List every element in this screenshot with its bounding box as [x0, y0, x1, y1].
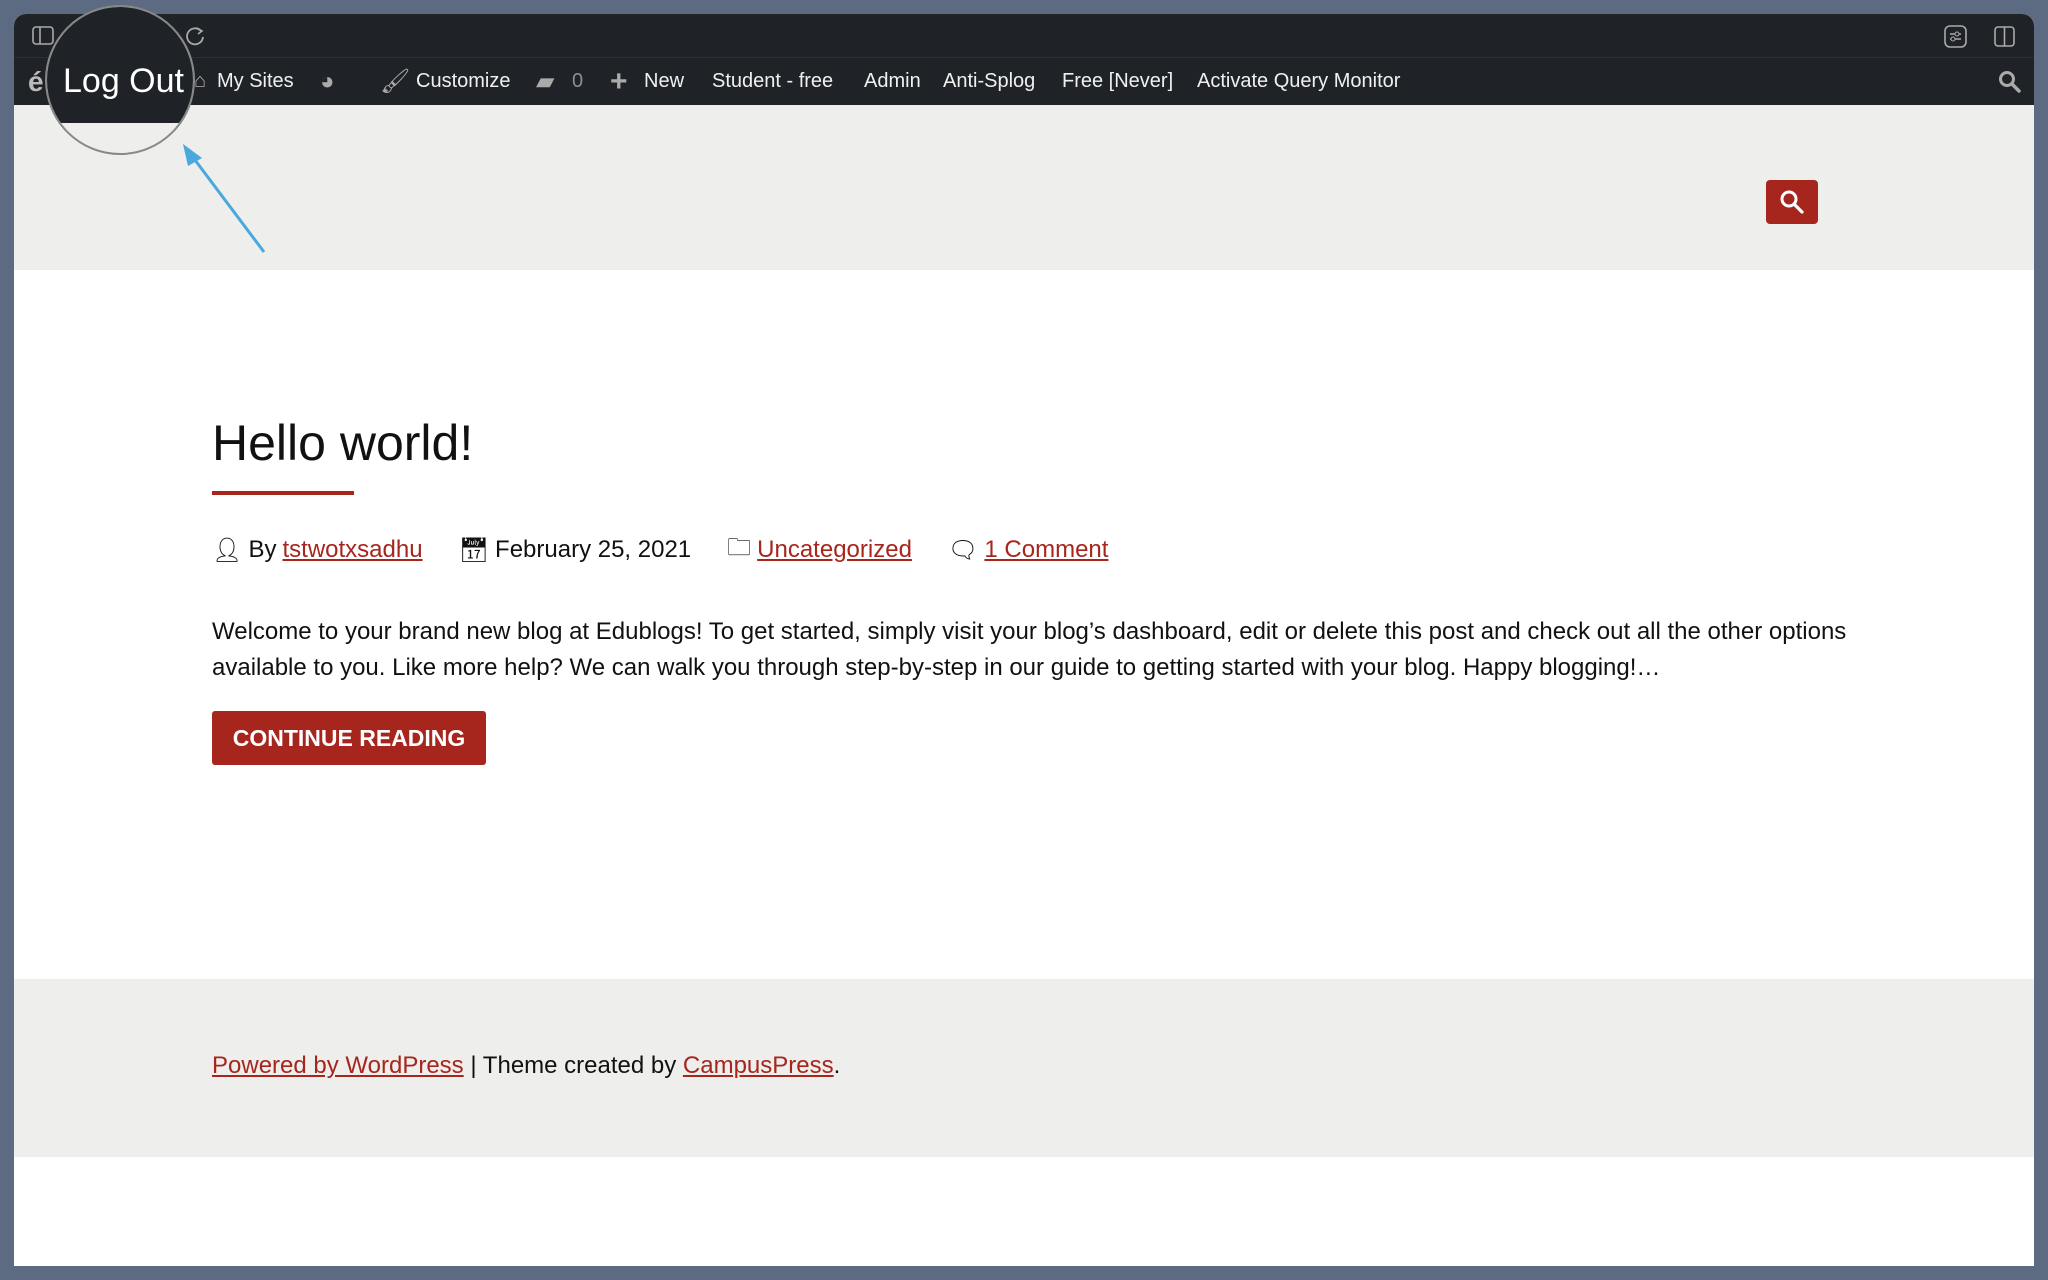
post-date: February 25, 2021 [495, 536, 692, 563]
post-title[interactable]: Hello world! [212, 414, 473, 472]
search-button[interactable] [1766, 180, 1818, 224]
post-meta: 👤︎ By tstwotxsadhu 📅︎ February 25, 2021 … [212, 534, 1108, 566]
customize-link[interactable]: Customize [416, 58, 510, 105]
anti-splog-link[interactable]: Anti-Splog [943, 58, 1035, 105]
split-view-icon[interactable] [1994, 26, 2016, 48]
comment-icon: ▰ [536, 68, 555, 95]
continue-reading-button[interactable]: CONTINUE READING [212, 711, 486, 765]
browser-toolbar [14, 14, 2034, 58]
by-label: By [248, 536, 277, 563]
category-link[interactable]: Uncategorized [757, 536, 912, 564]
footer-credits: Powered by WordPress | Theme created by … [212, 1052, 840, 1080]
admin-link[interactable]: Admin [864, 58, 921, 105]
admin-search-icon[interactable] [1998, 70, 2022, 94]
calendar-icon: 📅︎ [458, 536, 490, 564]
powered-by-wordpress-link[interactable]: Powered by WordPress [212, 1052, 464, 1079]
annotation-arrow-icon [183, 144, 266, 253]
site-header [14, 105, 2034, 270]
wp-admin-bar: é ⌂ My Sites ◕ 🖌 Customize ▰ 0 + New Stu… [14, 58, 2034, 105]
post-excerpt: Welcome to your brand new blog at Edublo… [212, 618, 1847, 681]
comment-bubble-icon: 🗨 [947, 536, 979, 564]
footer-period: . [833, 1052, 841, 1079]
comments-count[interactable]: 0 [572, 58, 583, 105]
student-free-link[interactable]: Student - free [712, 58, 833, 105]
site-footer: Powered by WordPress | Theme created by … [14, 979, 2034, 1157]
browser-window: é ⌂ My Sites ◕ 🖌 Customize ▰ 0 + New Stu… [14, 14, 2034, 1266]
brush-icon: 🖌 [380, 68, 411, 95]
activate-query-monitor-link[interactable]: Activate Query Monitor [1197, 58, 1400, 105]
folder-icon: 🗀 [727, 533, 752, 561]
new-link[interactable]: New [644, 58, 684, 105]
search-icon [1780, 190, 1804, 214]
plus-icon: + [610, 65, 628, 98]
dashboard-icon[interactable]: ◕ [320, 58, 335, 105]
footer-separator: | Theme created by [463, 1052, 683, 1079]
author-link[interactable]: tstwotxsadhu [282, 536, 422, 564]
settings-icon[interactable] [1944, 25, 1968, 49]
free-never-link[interactable]: Free [Never] [1062, 58, 1173, 105]
comments-link[interactable]: 1 Comment [984, 536, 1108, 564]
campuspress-link[interactable]: CampusPress [683, 1052, 834, 1079]
title-underline [212, 491, 354, 495]
author-icon: 👤︎ [212, 536, 243, 564]
